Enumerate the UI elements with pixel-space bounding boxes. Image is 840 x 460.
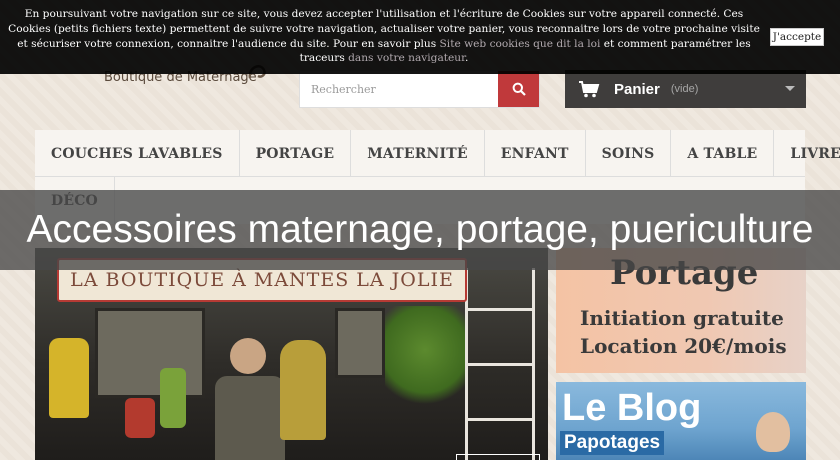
page-title-overlay: Accessoires maternage, portage, puericul…	[0, 190, 840, 270]
portage-line-2: Location 20€/mois	[580, 334, 787, 358]
shelf-board	[468, 363, 532, 366]
nav-item-a-table[interactable]: A TABLE	[671, 130, 775, 177]
shop-window	[95, 308, 205, 398]
cookie-message: En poursuivant votre navigation sur ce s…	[8, 7, 760, 66]
shopping-cart-icon	[579, 81, 600, 98]
shop-window	[335, 308, 385, 378]
cookie-browser-link[interactable]: dans votre navigateur	[348, 52, 465, 64]
search-box	[299, 70, 540, 108]
cookie-law-link[interactable]: Site web cookies que dit la loi	[440, 38, 601, 50]
nav-item-couches-lavables[interactable]: COUCHES LAVABLES	[35, 130, 240, 177]
blog-title: Le Blog	[562, 387, 702, 429]
cart-status: (vide)	[670, 83, 699, 95]
nav-item-livre[interactable]: LIVRE	[774, 130, 840, 177]
printed-vest	[280, 340, 326, 440]
nav-item-maternite[interactable]: MATERNITÉ	[351, 130, 485, 177]
cookie-banner: En poursuivant votre navigation sur ce s…	[0, 0, 840, 74]
doll-head	[230, 338, 266, 374]
nav-item-soins[interactable]: SOINS	[586, 130, 672, 177]
shelf-board	[468, 308, 532, 311]
search-input[interactable]	[300, 71, 498, 107]
page-title: Accessoires maternage, portage, puericul…	[26, 208, 814, 251]
portage-line-1: Initiation gratuite	[580, 306, 784, 330]
white-shelf	[465, 268, 535, 460]
nav-item-portage[interactable]: PORTAGE	[240, 130, 352, 177]
nav-row-1: COUCHES LAVABLES PORTAGE MATERNITÉ ENFAN…	[35, 130, 840, 177]
cart-label: Panier	[614, 80, 660, 98]
cookie-accept-button[interactable]: J'accepte	[770, 28, 824, 46]
carrier-garment	[215, 376, 285, 460]
yellow-garment	[49, 338, 89, 418]
chevron-down-icon	[785, 86, 795, 91]
cart-button[interactable]: Panier (vide)	[565, 70, 806, 108]
blog-person-photo	[756, 412, 790, 452]
blog-subtitle: Papotages	[560, 431, 665, 455]
hero-shop-photo[interactable]: LA BOUTIQUE À MANTES LA JOLIE	[35, 248, 548, 460]
nav-item-enfant[interactable]: ENFANT	[485, 130, 586, 177]
slider-frame	[456, 454, 540, 460]
search-button[interactable]	[498, 71, 539, 107]
shelf-board	[468, 418, 532, 421]
green-item	[160, 368, 186, 428]
blog-promo-banner[interactable]: Le Blog Papotages	[556, 382, 806, 460]
cookie-text-part: .	[465, 52, 469, 65]
plant	[385, 306, 465, 416]
red-item	[125, 398, 155, 438]
search-icon	[512, 82, 526, 96]
